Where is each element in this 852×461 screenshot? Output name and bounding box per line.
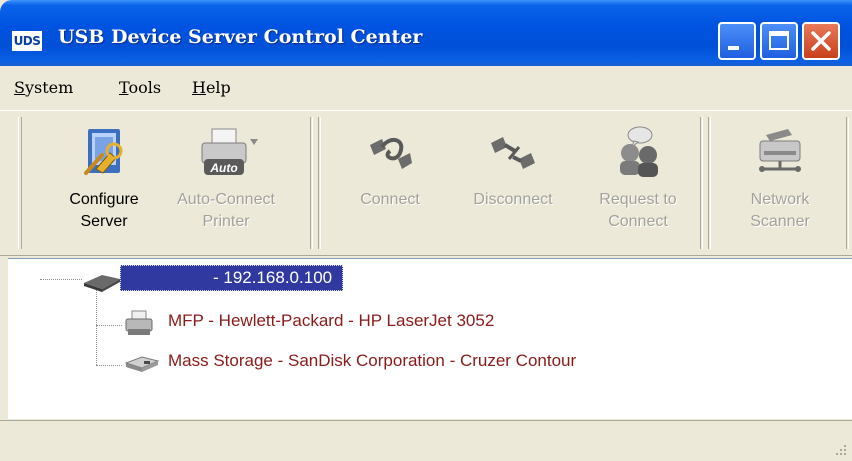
request-to-connect-label-line2: Connect — [608, 213, 668, 230]
auto-connect-printer-button[interactable]: Auto Auto-Connect Printer — [162, 115, 290, 247]
connect-label-line1: Connect — [360, 191, 420, 208]
network-scanner-label: Network Scanner — [730, 189, 830, 233]
menu-system-rest: ystem — [24, 78, 74, 97]
tree-connector — [96, 365, 122, 366]
window-title: USB Device Server Control Center — [58, 26, 423, 48]
device-label-storage[interactable]: Mass Storage - SanDisk Corporation - Cru… — [168, 351, 576, 371]
toolbar-grip[interactable] — [318, 117, 321, 249]
tree-connector — [96, 289, 97, 365]
configure-server-label-line2: Server — [80, 213, 128, 230]
app-icon: UDS — [12, 31, 42, 51]
auto-connect-printer-label-line1: Auto-Connect — [177, 191, 275, 208]
connect-button[interactable]: Connect — [340, 115, 440, 247]
menu-bar: System Tools Help — [0, 66, 852, 110]
menu-help[interactable]: Help — [192, 78, 231, 97]
menu-system[interactable]: System — [14, 78, 73, 97]
request-to-connect-button[interactable]: Request to Connect — [578, 115, 698, 247]
toolbar-separator — [700, 117, 703, 249]
disconnect-label: Disconnect — [454, 189, 572, 211]
toolbar-grip[interactable] — [18, 117, 22, 249]
network-scanner-label-line2: Scanner — [750, 213, 810, 230]
storage-drive-icon — [124, 356, 160, 372]
title-bar[interactable]: UDS USB Device Server Control Center — [0, 0, 852, 66]
configure-server-label: Configure Server — [48, 189, 160, 233]
tree-connector — [96, 325, 122, 326]
status-bar — [0, 420, 852, 461]
minimize-icon — [728, 46, 739, 50]
network-scanner-label-line1: Network — [750, 191, 810, 208]
toolbar-separator — [310, 117, 313, 249]
device-label-mfp[interactable]: MFP - Hewlett-Packard - HP LaserJet 3052 — [168, 311, 494, 331]
toolbar-grip[interactable] — [708, 117, 711, 249]
network-scanner-button[interactable]: Network Scanner — [730, 115, 830, 247]
menu-help-rest: elp — [205, 78, 231, 97]
auto-connect-printer-label-line2: Printer — [202, 213, 250, 230]
usb-server-icon — [84, 275, 120, 292]
connect-icon — [370, 137, 412, 169]
toolbar-separator — [846, 117, 849, 249]
server-label[interactable]: - 192.168.0.100 — [120, 265, 344, 291]
menu-help-accel: H — [192, 78, 206, 97]
resize-grip-icon[interactable] — [832, 441, 848, 457]
connect-label: Connect — [340, 189, 440, 211]
request-to-connect-label-line1: Request to — [599, 191, 677, 208]
request-to-connect-label: Request to Connect — [578, 189, 698, 233]
disconnect-icon — [491, 137, 535, 169]
disconnect-button[interactable]: Disconnect — [454, 115, 572, 247]
configure-server-button[interactable]: Configure Server — [48, 115, 160, 247]
auto-connect-printer-icon: Auto — [201, 128, 258, 175]
maximize-icon — [769, 31, 789, 50]
configure-server-label-line1: Configure — [69, 191, 139, 208]
minimize-button[interactable] — [718, 22, 756, 60]
main-window: UDS USB Device Server Control Center Sys… — [0, 0, 852, 461]
menu-tools[interactable]: Tools — [119, 78, 161, 97]
menu-tools-rest: ools — [128, 78, 162, 97]
tree-connector — [40, 279, 82, 280]
scanner-icon — [759, 129, 801, 172]
maximize-button[interactable] — [760, 22, 798, 60]
printer-icon — [125, 310, 153, 335]
device-tree[interactable]: - 192.168.0.100 MFP - Hewlett-Packard - … — [8, 258, 852, 419]
request-connect-icon — [620, 126, 658, 177]
configure-server-icon — [84, 129, 123, 175]
auto-badge-text: Auto — [209, 161, 237, 175]
close-icon — [811, 31, 831, 51]
toolbar: Configure Server Auto Auto-Connect Print… — [0, 110, 852, 256]
auto-connect-printer-label: Auto-Connect Printer — [162, 189, 290, 233]
close-button[interactable] — [802, 22, 840, 60]
menu-system-accel: S — [14, 78, 25, 97]
disconnect-label-line1: Disconnect — [473, 191, 553, 208]
